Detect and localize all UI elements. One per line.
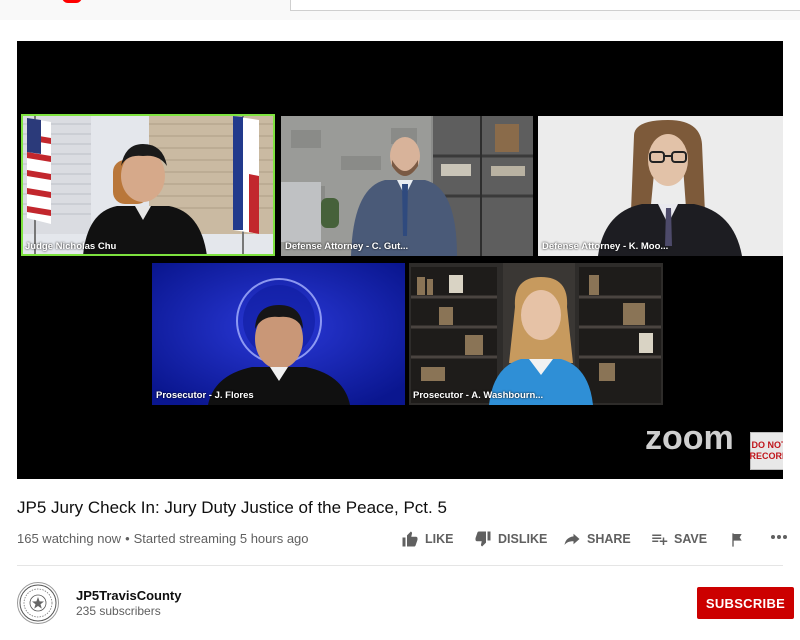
participant-tile-defense-2: Defense Attorney - K. Moo... [538,116,783,256]
playlist-add-icon [652,534,668,545]
meta-separator: • [125,531,130,546]
county-seal-icon [19,584,57,622]
channel-name[interactable]: JP5TravisCounty [76,588,182,603]
share-button[interactable]: SHARE [563,530,631,548]
stream-start: Started streaming 5 hours ago [133,531,309,546]
share-arrow-icon [564,533,580,545]
viewer-count: 165 watching now [17,531,122,546]
like-button[interactable]: LIKE [401,530,453,548]
participant-name: Defense Attorney - C. Gut... [285,241,409,252]
dislike-label: DISLIKE [498,532,548,546]
participant-name: Defense Attorney - K. Moo... [542,241,669,252]
subscriber-count: 235 subscribers [76,604,161,618]
more-actions-button[interactable] [770,534,788,540]
participant-name: Judge Nicholas Chu [25,241,117,252]
prosecutor-2-video-frame [409,263,663,405]
search-box[interactable] [290,0,800,11]
more-dots-icon [771,535,787,539]
zoom-logo: zoom [645,419,734,457]
youtube-logo-icon[interactable] [62,0,82,3]
subscribe-button[interactable]: SUBSCRIBE [697,587,794,619]
participant-tile-prosecutor-1: Prosecutor - J. Flores [152,263,405,405]
do-not-record-badge: DO NOT RECORD [750,432,783,470]
defense-1-video-frame [281,116,533,256]
participant-name: Prosecutor - J. Flores [156,390,254,401]
channel-avatar[interactable] [17,582,59,624]
save-button[interactable]: SAVE [650,530,707,548]
judge-video-frame [21,114,275,256]
video-meta: 165 watching now • Started streaming 5 hou… [17,531,309,546]
masthead [0,0,800,20]
prosecutor-1-video-frame [152,263,405,405]
share-label: SHARE [587,532,631,546]
defense-2-video-frame [538,116,783,256]
like-label: LIKE [425,532,454,546]
save-label: SAVE [674,532,708,546]
do-not-record-line-2: RECORD [749,451,784,461]
report-button[interactable] [729,532,745,548]
flag-icon [732,533,742,547]
dislike-button[interactable]: DISLIKE [474,530,547,548]
thumbs-up-icon [402,531,418,547]
participant-tile-judge: Judge Nicholas Chu [21,114,275,256]
participant-tile-defense-1: Defense Attorney - C. Gut... [281,116,533,256]
do-not-record-line-1: DO NOT [751,440,784,450]
divider [17,565,783,566]
video-title: JP5 Jury Check In: Jury Duty Justice of … [17,498,447,517]
thumbs-down-icon [475,531,491,547]
participant-tile-prosecutor-2: Prosecutor - A. Washbourn... [409,263,663,405]
video-player[interactable]: Judge Nicholas Chu Defense Attorney - C.… [17,41,783,479]
participant-name: Prosecutor - A. Washbourn... [413,390,544,401]
